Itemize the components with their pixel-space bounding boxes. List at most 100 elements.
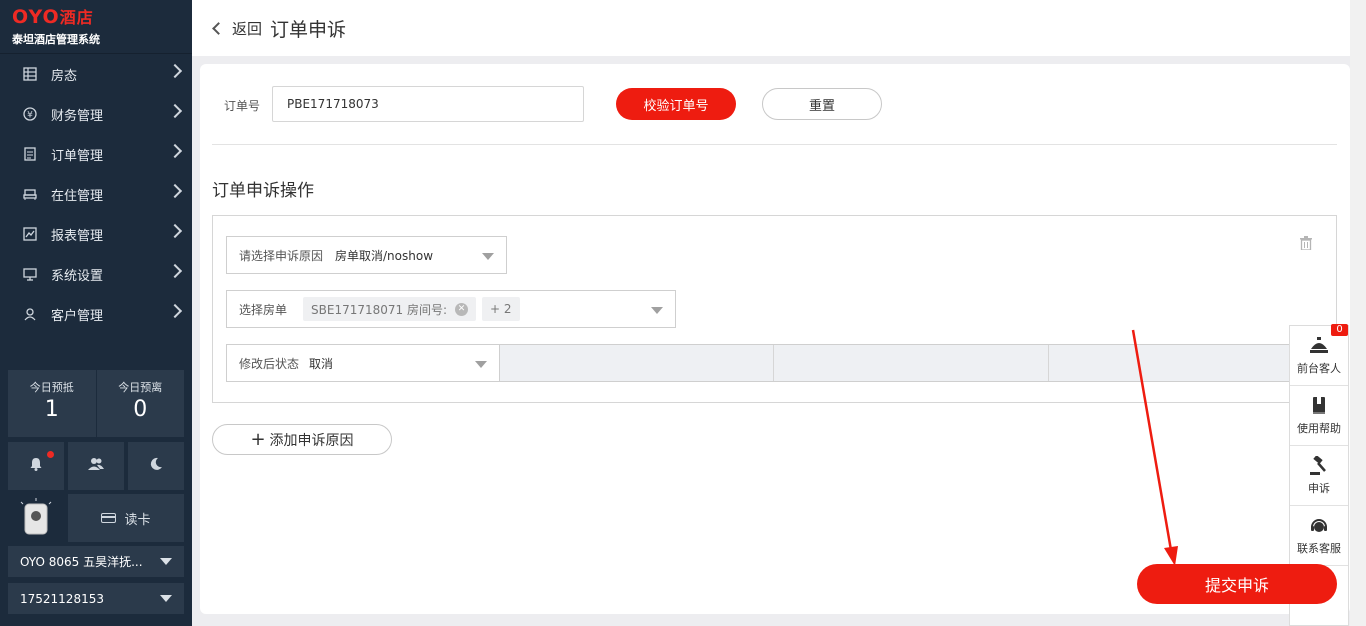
stat-departures[interactable]: 今日预离 0 — [95, 370, 185, 437]
remove-tag-icon[interactable]: ✕ — [455, 302, 469, 316]
caret-down-icon — [160, 595, 172, 602]
floating-item-label: 申诉 — [1308, 481, 1330, 495]
sidebar: OYO酒店 泰坦酒店管理系统 房态 ¥ 财务管理 订单管理 在住管理 报表管理 … — [0, 0, 192, 626]
sidebar-item-label: 报表管理 — [51, 228, 104, 244]
chevron-right-icon — [167, 63, 183, 79]
submit-appeal-button[interactable]: 提交申诉 — [1137, 564, 1337, 604]
chevron-right-icon — [167, 223, 183, 239]
grid-icon — [22, 66, 38, 82]
more-rooms-tag: + 2 — [482, 297, 520, 321]
card-reader-device-icon — [8, 494, 64, 542]
room-select-label: 选择房单 — [239, 302, 288, 317]
plus-icon: + — [250, 429, 266, 450]
status-row: 修改后状态 取消 — [226, 344, 1323, 382]
logo-text: OYO — [12, 6, 60, 28]
room-tag: SBE171718071 房间号: ✕ — [303, 297, 477, 321]
chevron-right-icon — [167, 183, 183, 199]
appeal-reason-value: 房单取消/noshow — [335, 248, 434, 263]
book-icon — [1311, 396, 1327, 416]
contact-support-button[interactable]: 联系客服 — [1290, 506, 1348, 566]
notifications-button[interactable] — [8, 442, 64, 490]
room-select[interactable]: 选择房单 SBE171718071 房间号: ✕ + 2 — [226, 290, 676, 328]
sidebar-item-settings[interactable]: 系统设置 — [0, 254, 192, 294]
stat-value: 1 — [44, 397, 59, 422]
appeal-button[interactable]: 申诉 — [1290, 446, 1348, 506]
add-reason-button[interactable]: + 添加申诉原因 — [212, 424, 392, 455]
sidebar-item-label: 财务管理 — [51, 108, 104, 124]
caret-down-icon — [482, 253, 494, 260]
read-card-label: 读卡 — [124, 512, 151, 528]
stat-label: 今日预抵 — [29, 381, 74, 394]
sidebar-item-label: 在住管理 — [51, 188, 104, 204]
today-stats: 今日预抵 1 今日预离 0 — [8, 370, 184, 437]
page-header: 返回 订单申诉 — [192, 0, 1350, 56]
status-field-empty — [1048, 345, 1322, 381]
status-value: 取消 — [309, 356, 334, 371]
section-title: 订单申诉操作 — [212, 181, 314, 201]
back-chevron-icon[interactable] — [212, 21, 225, 35]
stat-label: 今日预离 — [118, 381, 163, 394]
hotel-select[interactable]: OYO 8065 五昊洋抚... — [8, 546, 184, 577]
guests-button[interactable] — [68, 442, 124, 490]
guest-count-badge: 0 — [1331, 324, 1348, 336]
order-number-label: 订单号 — [224, 99, 261, 113]
notification-dot — [47, 451, 54, 458]
hotel-select-value: OYO 8065 五昊洋抚... — [20, 555, 143, 569]
trash-icon[interactable] — [1300, 236, 1312, 251]
reset-button[interactable]: 重置 — [762, 88, 882, 120]
sidebar-item-room-status[interactable]: 房态 — [0, 54, 192, 94]
status-select[interactable]: 修改后状态 取消 — [227, 345, 500, 381]
headset-icon — [1309, 516, 1329, 536]
scrollbar[interactable] — [1350, 0, 1366, 626]
gavel-icon — [1309, 455, 1329, 476]
status-field-empty — [500, 345, 775, 381]
sidebar-item-label: 系统设置 — [51, 268, 104, 284]
chevron-right-icon — [167, 263, 183, 279]
divider — [212, 144, 1337, 145]
appeal-reason-select[interactable]: 请选择申诉原因 房单取消/noshow — [226, 236, 507, 274]
sidebar-item-customers[interactable]: 客户管理 — [0, 294, 192, 334]
monitor-icon — [22, 266, 38, 282]
quick-actions — [8, 442, 184, 490]
card-icon — [101, 513, 117, 523]
help-button[interactable]: 使用帮助 — [1290, 386, 1348, 446]
page-title: 订单申诉 — [270, 18, 347, 41]
read-card-button[interactable]: 读卡 — [68, 494, 184, 542]
order-number-value: PBE171718073 — [287, 97, 379, 111]
status-label: 修改后状态 — [239, 356, 300, 371]
night-audit-button[interactable] — [128, 442, 184, 490]
verify-order-button[interactable]: 校验订单号 — [616, 88, 736, 120]
account-select-value: 17521128153 — [20, 591, 104, 606]
add-reason-label: 添加申诉原因 — [269, 432, 354, 449]
floating-item-label: 联系客服 — [1297, 541, 1341, 555]
room-tag-text: SBE171718071 房间号: — [311, 302, 448, 317]
order-number-input[interactable]: PBE171718073 — [272, 86, 584, 122]
sidebar-item-in-house[interactable]: 在住管理 — [0, 174, 192, 214]
card-reader-row: 读卡 — [8, 494, 184, 542]
yen-icon: ¥ — [22, 106, 38, 122]
moon-icon — [148, 456, 164, 476]
system-name: 泰坦酒店管理系统 — [12, 33, 100, 46]
caret-down-icon — [160, 558, 172, 565]
floating-item-label: 使用帮助 — [1297, 421, 1341, 435]
chart-icon — [22, 226, 38, 242]
stat-arrivals[interactable]: 今日预抵 1 — [8, 370, 96, 437]
chevron-right-icon — [167, 303, 183, 319]
brand: OYO酒店 泰坦酒店管理系统 — [0, 0, 192, 54]
person-icon — [22, 306, 38, 322]
chevron-right-icon — [167, 103, 183, 119]
users-icon — [87, 456, 105, 476]
sidebar-item-finance[interactable]: ¥ 财务管理 — [0, 94, 192, 134]
appeal-reason-label: 请选择申诉原因 — [239, 248, 324, 263]
oyo-logo: OYO酒店 — [12, 6, 192, 29]
bed-icon — [22, 186, 38, 202]
sidebar-item-reports[interactable]: 报表管理 — [0, 214, 192, 254]
document-icon — [22, 146, 38, 162]
svg-text:¥: ¥ — [27, 111, 33, 121]
back-link[interactable]: 返回 — [232, 18, 262, 39]
appeal-reason-block: 请选择申诉原因 房单取消/noshow 选择房单 SBE171718071 房间… — [212, 215, 1337, 403]
sidebar-item-orders[interactable]: 订单管理 — [0, 134, 192, 174]
chevron-right-icon — [167, 143, 183, 159]
stat-value: 0 — [133, 397, 148, 422]
account-select[interactable]: 17521128153 — [8, 583, 184, 614]
